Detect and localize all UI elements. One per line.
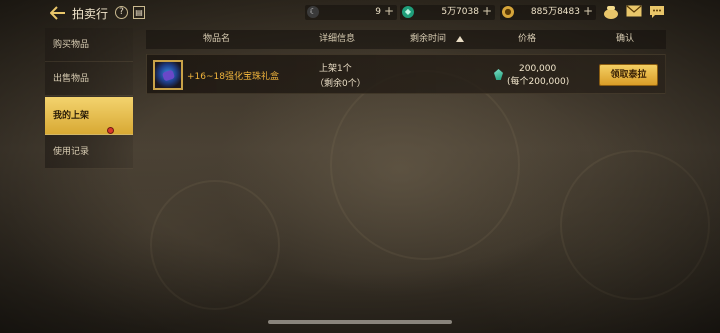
sidebar: 购买物品 出售物品 我的上架 使用记录 (45, 28, 137, 258)
add-currency-button[interactable]: + (482, 4, 492, 19)
page-title: 拍卖行 (72, 7, 109, 21)
question-circle-icon[interactable]: ? (115, 6, 128, 19)
sidebar-item-label: 出售物品 (53, 74, 90, 84)
gem-box-item-icon[interactable] (153, 60, 183, 90)
back-arrow-icon[interactable] (49, 6, 66, 20)
sidebar-item-sell[interactable]: 出售物品 (45, 62, 133, 96)
add-currency-button[interactable]: + (583, 4, 593, 19)
item-name: +16~18强化宝珠礼盒 (187, 72, 279, 82)
chat-icon[interactable] (648, 5, 666, 20)
column-header-detail: 详细信息 (319, 34, 356, 44)
table-header: 物品名 详细信息 剩余时间 价格 确认 (146, 30, 666, 49)
currency-value: 5万7038 (441, 7, 479, 17)
home-indicator[interactable] (268, 320, 452, 324)
book-icon[interactable]: ▤ (133, 6, 145, 19)
column-header-time[interactable]: 剩余时间 (410, 30, 446, 49)
column-header-price: 价格 (518, 34, 537, 44)
mail-icon[interactable] (625, 5, 643, 20)
remaining-quantity: （剩余0个） (315, 79, 366, 89)
currency-gold-coin: ● 885万8483 + (500, 4, 596, 20)
treasure-pot-icon[interactable] (602, 5, 620, 20)
listed-quantity: 上架1个 (319, 64, 352, 74)
column-header-confirm: 确认 (616, 34, 635, 44)
moon-coin-icon: ☾ (307, 6, 319, 18)
column-header-name: 物品名 (203, 34, 231, 44)
notification-badge (107, 127, 114, 134)
green-gem-icon: ◆ (402, 6, 414, 18)
table-row: +16~18强化宝珠礼盒 上架1个 （剩余0个） 200,000 (每个200,… (146, 54, 666, 94)
price-total: 200,000 (519, 64, 557, 74)
claim-tera-button[interactable]: 领取泰拉 (599, 64, 658, 86)
sidebar-item-label: 购买物品 (53, 40, 90, 50)
currency-value: 9 (375, 7, 381, 17)
currency-moon-coin: ☾ 9 + (305, 4, 397, 20)
green-gem-icon (494, 69, 503, 80)
currency-value: 885万8483 (530, 7, 580, 17)
currency-green-gem: ◆ 5万7038 + (400, 4, 495, 20)
sidebar-item-history[interactable]: 使用记录 (45, 135, 133, 169)
sidebar-item-my-listings[interactable]: 我的上架 (45, 97, 133, 135)
price-each: (每个200,000) (507, 77, 570, 87)
sidebar-item-buy[interactable]: 购买物品 (45, 28, 133, 62)
add-currency-button[interactable]: + (384, 4, 394, 19)
gold-coin-icon: ● (502, 6, 514, 18)
top-bar: 拍卖行 ? ▤ ☾ 9 + ◆ 5万7038 + ● 885万8483 + (0, 0, 720, 26)
sidebar-item-label: 我的上架 (53, 111, 90, 121)
sidebar-item-label: 使用记录 (53, 147, 90, 157)
sort-ascending-icon[interactable] (456, 36, 464, 42)
